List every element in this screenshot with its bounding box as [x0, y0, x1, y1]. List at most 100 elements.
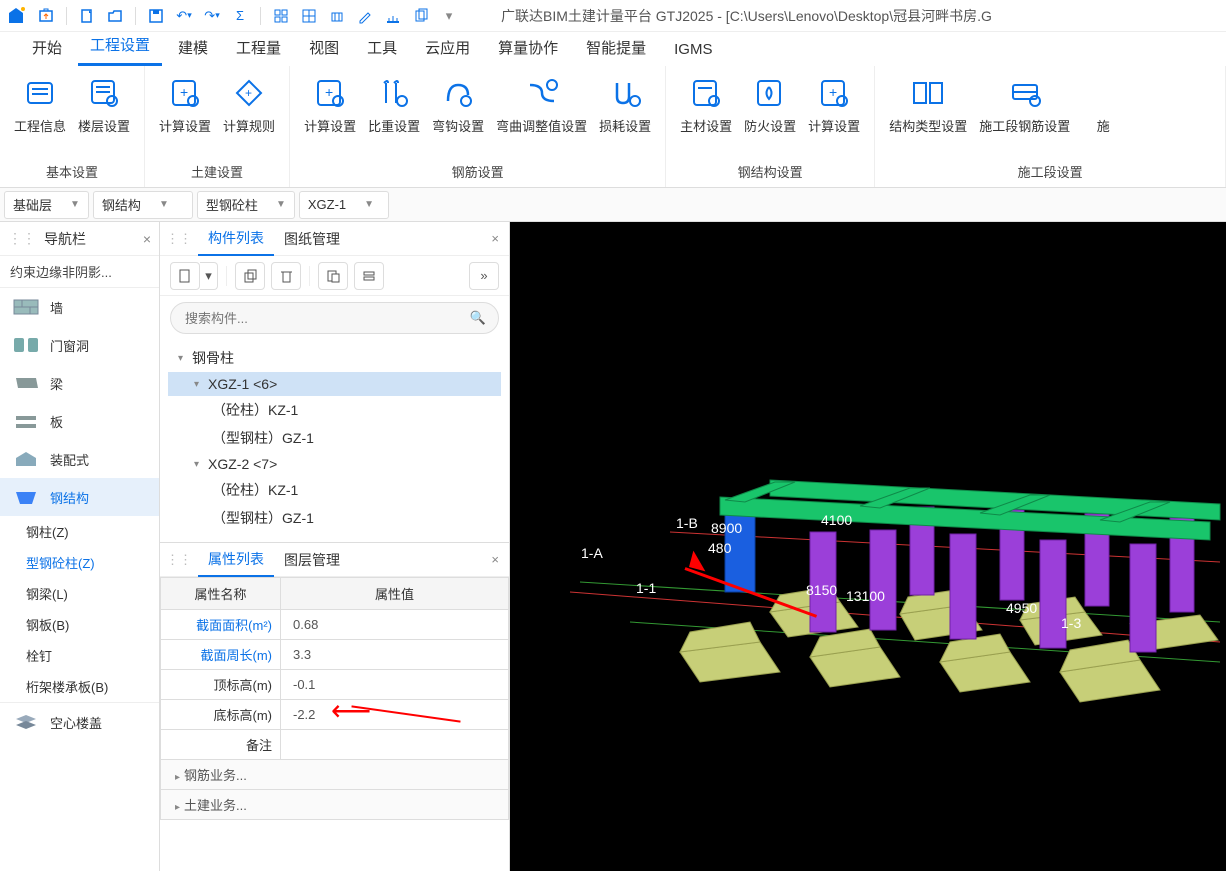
tab-layers[interactable]: 图层管理: [274, 544, 350, 576]
qa-open-icon[interactable]: [34, 4, 58, 28]
nav-sub-stud[interactable]: 栓钉: [0, 640, 159, 671]
grip-icon[interactable]: ⋮⋮: [166, 552, 192, 568]
tab-start[interactable]: 开始: [20, 31, 74, 66]
tree-node[interactable]: （型钢柱）GZ-1: [168, 424, 501, 452]
new-button[interactable]: [170, 262, 200, 290]
viewport-label: 13100: [846, 588, 885, 604]
search-icon[interactable]: 🔍: [470, 310, 498, 326]
nav-item-beam[interactable]: 梁: [0, 364, 159, 402]
ribbon-calc-settings[interactable]: +计算设置: [153, 70, 217, 158]
qa-copy-icon[interactable]: [409, 4, 433, 28]
grip-icon[interactable]: ⋮⋮: [8, 230, 36, 247]
nav-sub-truss[interactable]: 桁架楼承板(B): [0, 671, 159, 702]
tree-node[interactable]: ▾钢骨柱: [168, 344, 501, 372]
qa-redo-icon[interactable]: ↷▾: [200, 4, 224, 28]
ribbon-bend-settings[interactable]: 弯曲调整值设置: [490, 70, 593, 158]
properties-table: 属性名称属性值 截面面积(m²) 截面周长(m) 顶标高(m) 底标高(m)⟵ …: [160, 577, 509, 820]
qa-edit-icon[interactable]: [353, 4, 377, 28]
nav-item-steel[interactable]: 钢结构: [0, 478, 159, 516]
nav-item-wall[interactable]: 墙: [0, 288, 159, 326]
new-caret[interactable]: ▾: [200, 262, 218, 290]
qa-folder-icon[interactable]: [103, 4, 127, 28]
prop-label: 顶标高(m): [161, 670, 281, 700]
more-button[interactable]: »: [469, 262, 499, 290]
delete-button[interactable]: [271, 262, 301, 290]
prop-value-input[interactable]: [289, 647, 500, 662]
selector-type[interactable]: 型钢砼柱▼: [197, 191, 295, 219]
ribbon-struct-type[interactable]: 结构类型设置: [883, 70, 973, 158]
prop-value-input[interactable]: [289, 617, 500, 632]
ribbon-steel-calc[interactable]: +计算设置: [802, 70, 866, 158]
qa-more-caret[interactable]: ▾: [437, 4, 461, 28]
prop-group-rebar[interactable]: ▸钢筋业务...: [161, 760, 509, 790]
prop-group-civil[interactable]: ▸土建业务...: [161, 790, 509, 820]
tab-drawing-mgmt[interactable]: 图纸管理: [274, 223, 350, 255]
ribbon-loss-settings[interactable]: 损耗设置: [593, 70, 657, 158]
qa-save-icon[interactable]: [144, 4, 168, 28]
ribbon-material-settings[interactable]: 主材设置: [674, 70, 738, 158]
ribbon-fire-settings[interactable]: 防火设置: [738, 70, 802, 158]
nav-sub-steel-plate[interactable]: 钢板(B): [0, 609, 159, 640]
close-icon[interactable]: ×: [487, 231, 503, 246]
qa-new-icon[interactable]: [75, 4, 99, 28]
prop-value-input[interactable]: [289, 707, 500, 722]
nav-item-prefab[interactable]: 装配式: [0, 440, 159, 478]
paste-button[interactable]: [318, 262, 348, 290]
tab-tools[interactable]: 工具: [355, 31, 409, 66]
tab-igms[interactable]: IGMS: [662, 35, 724, 66]
selector-category[interactable]: 钢结构▼: [93, 191, 193, 219]
nav-sublabel[interactable]: 约束边缘非阴影...: [0, 256, 159, 288]
ribbon: 工程信息 楼层设置 基本设置 +计算设置 +计算规则 土建设置 +计算设置 比重…: [0, 66, 1226, 188]
tab-smart[interactable]: 智能提量: [574, 31, 658, 66]
qa-ruler-icon[interactable]: [381, 4, 405, 28]
ribbon-weight-settings[interactable]: 比重设置: [362, 70, 426, 158]
copy-button[interactable]: [235, 262, 265, 290]
ribbon-project-info[interactable]: 工程信息: [8, 70, 72, 158]
qa-grid2-icon[interactable]: [297, 4, 321, 28]
nav-sub-steel-col[interactable]: 钢柱(Z): [0, 516, 159, 547]
model-viewport[interactable]: 1-A1-B1-11-3890048041008150131004950: [510, 222, 1226, 871]
close-icon[interactable]: ×: [487, 552, 503, 567]
tab-cloud[interactable]: 云应用: [413, 31, 482, 66]
tree-node[interactable]: ▾XGZ-1 <6>: [168, 372, 501, 396]
nav-item-void-slab[interactable]: 空心楼盖: [0, 702, 159, 741]
qa-sigma-icon[interactable]: Σ: [228, 4, 252, 28]
ribbon-phase-extra[interactable]: 施: [1076, 70, 1130, 158]
prop-value-input[interactable]: [289, 737, 500, 752]
tree-node[interactable]: （砼柱）KZ-1: [168, 476, 501, 504]
component-toolbar: ▾ »: [160, 256, 509, 296]
ribbon-group-civil: +计算设置 +计算规则 土建设置: [145, 66, 290, 187]
tab-modeling[interactable]: 建模: [166, 31, 220, 66]
tab-view[interactable]: 视图: [297, 31, 351, 66]
nav-item-opening[interactable]: 门窗洞: [0, 326, 159, 364]
tab-project-settings[interactable]: 工程设置: [78, 28, 162, 66]
grip-icon[interactable]: ⋮⋮: [166, 231, 192, 247]
layer-button[interactable]: [354, 262, 384, 290]
nav-item-slab[interactable]: 板: [0, 402, 159, 440]
col-prop-value: 属性值: [281, 578, 509, 610]
tree-node[interactable]: （砼柱）KZ-1: [168, 396, 501, 424]
prop-value-input[interactable]: [289, 677, 500, 692]
tree-node[interactable]: （型钢柱）GZ-1: [168, 504, 501, 532]
viewport-label: 1-1: [636, 580, 656, 596]
qa-grid1-icon[interactable]: [269, 4, 293, 28]
selector-floor[interactable]: 基础层▼: [4, 191, 89, 219]
nav-sub-src-col[interactable]: 型钢砼柱(Z): [0, 547, 159, 578]
ribbon-hook-settings[interactable]: 弯钩设置: [426, 70, 490, 158]
qa-grid3-icon[interactable]: [325, 4, 349, 28]
qa-undo-icon[interactable]: ↶▾: [172, 4, 196, 28]
search-input[interactable]: [171, 311, 470, 326]
tab-collab[interactable]: 算量协作: [486, 31, 570, 66]
tab-properties[interactable]: 属性列表: [198, 543, 274, 577]
tab-component-list[interactable]: 构件列表: [198, 222, 274, 256]
selector-member[interactable]: XGZ-1▼: [299, 191, 389, 219]
ribbon-calc-rules[interactable]: +计算规则: [217, 70, 281, 158]
tab-quantity[interactable]: 工程量: [224, 31, 293, 66]
ribbon-group-phase: 结构类型设置 施工段钢筋设置 施 施工段设置: [875, 66, 1226, 187]
ribbon-phase-rebar[interactable]: 施工段钢筋设置: [973, 70, 1076, 158]
nav-sub-steel-beam[interactable]: 钢梁(L): [0, 578, 159, 609]
close-icon[interactable]: ×: [143, 231, 151, 247]
tree-node[interactable]: ▾XGZ-2 <7>: [168, 452, 501, 476]
ribbon-rebar-calc[interactable]: +计算设置: [298, 70, 362, 158]
ribbon-floor-settings[interactable]: 楼层设置: [72, 70, 136, 158]
